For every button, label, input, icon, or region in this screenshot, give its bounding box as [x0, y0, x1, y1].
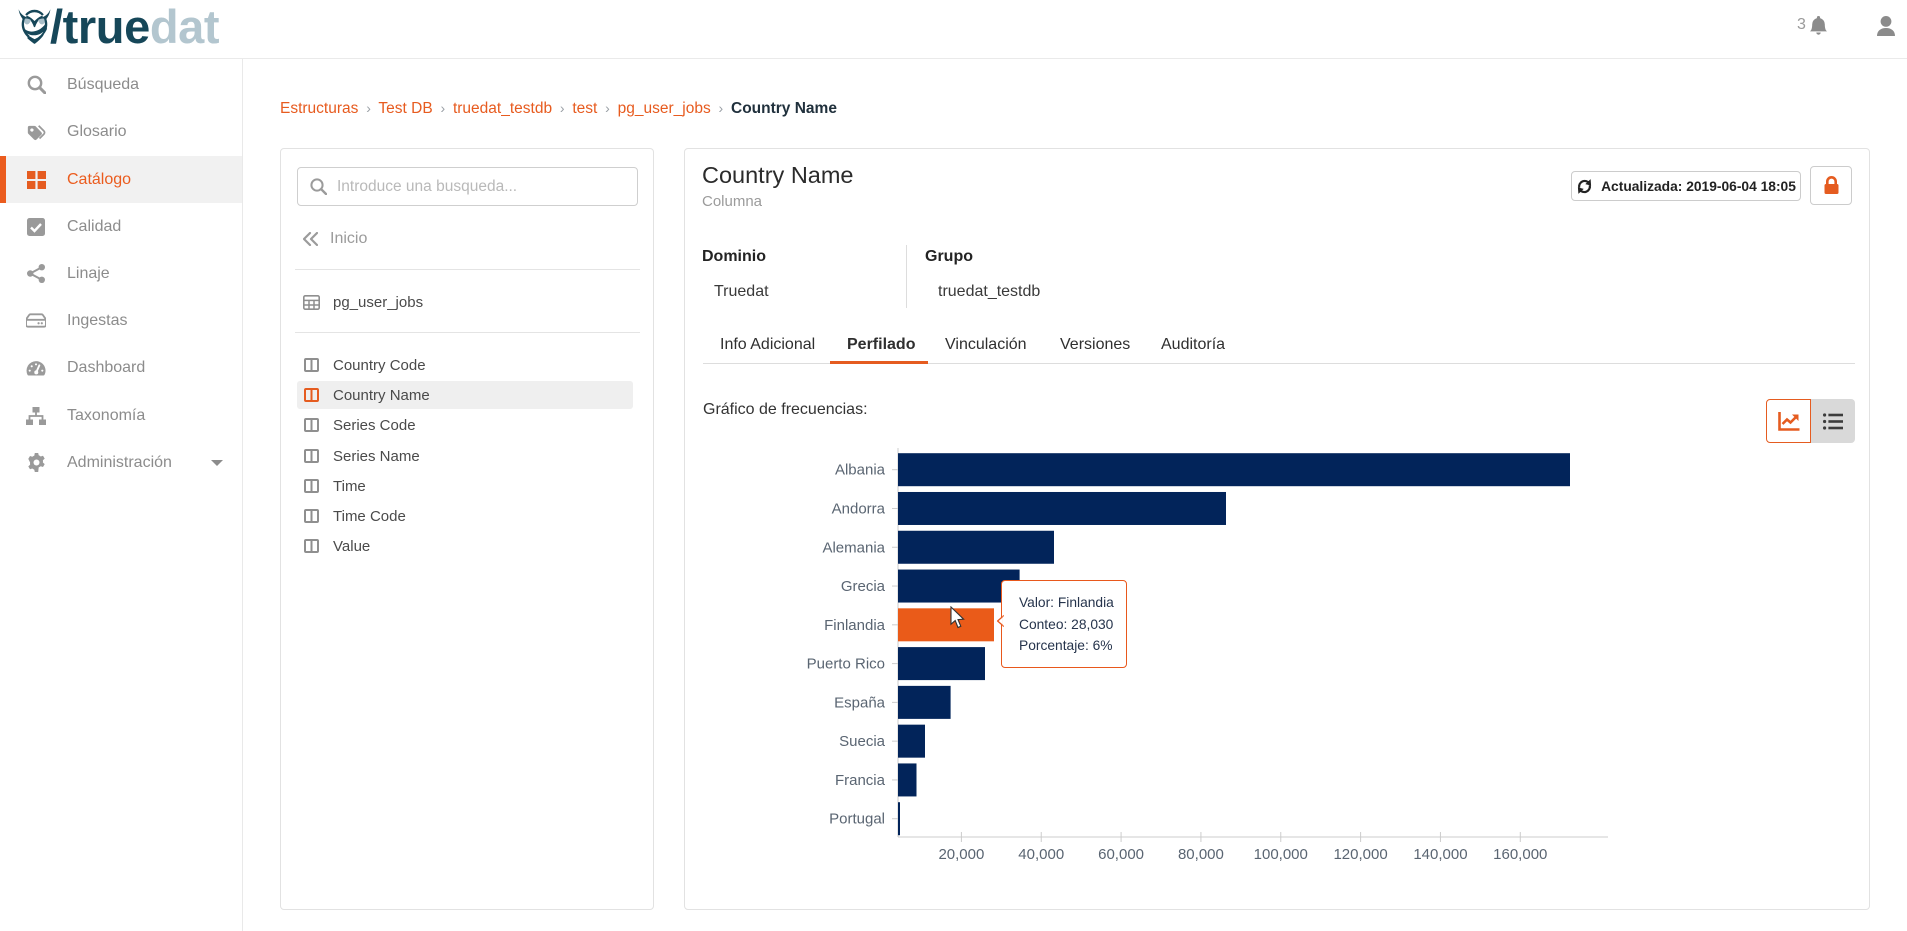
svg-text:100,000: 100,000 — [1254, 846, 1308, 863]
svg-text:60,000: 60,000 — [1098, 846, 1144, 863]
svg-text:Francia: Francia — [835, 772, 886, 789]
svg-text:Alemania: Alemania — [822, 539, 885, 556]
svg-text:160,000: 160,000 — [1493, 846, 1547, 863]
svg-text:Albania: Albania — [835, 462, 886, 479]
svg-text:20,000: 20,000 — [938, 846, 984, 863]
svg-text:Finlandia: Finlandia — [824, 617, 886, 634]
svg-text:120,000: 120,000 — [1333, 846, 1387, 863]
svg-text:140,000: 140,000 — [1413, 846, 1467, 863]
svg-text:80,000: 80,000 — [1178, 846, 1224, 863]
svg-text:40,000: 40,000 — [1018, 846, 1064, 863]
svg-text:España: España — [834, 694, 886, 711]
svg-text:Grecia: Grecia — [841, 578, 886, 595]
svg-text:Suecia: Suecia — [839, 733, 886, 750]
svg-text:Andorra: Andorra — [832, 500, 886, 517]
svg-text:Portugal: Portugal — [829, 811, 885, 828]
svg-text:Puerto Rico: Puerto Rico — [807, 656, 885, 673]
